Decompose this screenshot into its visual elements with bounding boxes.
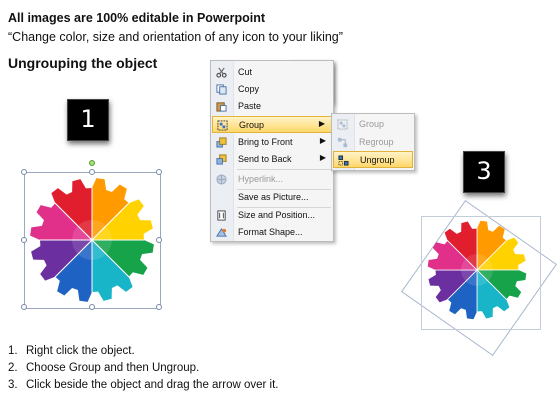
- size-position-icon: [217, 210, 226, 221]
- scissors-icon: [216, 67, 227, 78]
- step-badge-3: 3: [463, 151, 505, 193]
- menu-item-label: Format Shape...: [238, 227, 303, 237]
- menu-item-label: Ungroup: [360, 155, 395, 165]
- menu-item-send-to-back[interactable]: Send to Back ▶: [212, 151, 332, 168]
- submenu-arrow-icon: ▶: [319, 153, 326, 162]
- regroup-icon: [337, 137, 348, 148]
- group-icon: [337, 119, 348, 130]
- selection-handle-nw[interactable]: [21, 169, 27, 175]
- menu-item-size-and-position[interactable]: Size and Position...: [212, 207, 332, 224]
- context-menu: Cut Copy Paste Group ▶ Bring to Front ▶ …: [210, 60, 334, 242]
- step-number: 3.: [8, 379, 18, 391]
- menu-item-label: Cut: [238, 67, 253, 77]
- submenu-item-ungroup[interactable]: Ungroup: [333, 151, 413, 168]
- step-text: Right click the object.: [26, 345, 135, 357]
- group-icon: [217, 120, 228, 131]
- selection-handle-sw[interactable]: [21, 304, 27, 310]
- submenu-arrow-icon: ▶: [319, 136, 326, 145]
- step-badge-1: 1: [67, 99, 109, 141]
- submenu-item-group: Group: [333, 116, 413, 133]
- selection-handle-se[interactable]: [156, 304, 162, 310]
- submenu-item-regroup: Regroup: [333, 134, 413, 151]
- menu-item-hyperlink: Hyperlink...: [212, 171, 332, 188]
- menu-separator: [237, 169, 331, 170]
- menu-item-label: Paste: [238, 101, 262, 111]
- promo-subtitle: “Change color, size and orientation of a…: [8, 30, 343, 44]
- menu-item-label: Copy: [238, 84, 260, 94]
- menu-item-label: Group: [359, 119, 385, 129]
- instruction-step-3: 3. Click beside the object and drag the a…: [8, 379, 279, 391]
- menu-item-group[interactable]: Group ▶: [212, 116, 332, 133]
- menu-item-label: Hyperlink...: [238, 174, 284, 184]
- gear-graphic[interactable]: [28, 176, 156, 304]
- bring-to-front-icon: [216, 137, 227, 148]
- selection-handle-n[interactable]: [89, 169, 95, 175]
- selection-handle-s[interactable]: [89, 304, 95, 310]
- menu-item-label: Send to Back: [238, 154, 292, 164]
- instruction-step-2: 2. Choose Group and then Ungroup.: [8, 362, 199, 374]
- menu-item-format-shape[interactable]: Format Shape...: [212, 224, 332, 241]
- format-shape-icon: [216, 227, 227, 237]
- menu-item-save-as-picture[interactable]: Save as Picture...: [212, 189, 332, 206]
- gear-hub: [461, 254, 493, 286]
- copy-icon: [216, 84, 227, 95]
- menu-item-cut[interactable]: Cut: [212, 64, 332, 81]
- group-submenu: Group Regroup Ungroup: [331, 113, 415, 171]
- step-text: Choose Group and then Ungroup.: [26, 362, 200, 374]
- menu-item-label: Regroup: [359, 137, 394, 147]
- promo-title: All images are 100% editable in Powerpoi…: [8, 11, 266, 25]
- step-text: Click beside the object and drag the arr…: [26, 379, 279, 391]
- ungrouped-gear-graphic[interactable]: [426, 219, 528, 321]
- selection-handle-e[interactable]: [156, 237, 162, 243]
- menu-item-copy[interactable]: Copy: [212, 81, 332, 98]
- menu-item-bring-to-front[interactable]: Bring to Front ▶: [212, 134, 332, 151]
- section-title: Ungrouping the object: [8, 55, 158, 71]
- submenu-arrow-icon: ▶: [318, 119, 325, 128]
- menu-item-label: Save as Picture...: [238, 192, 309, 202]
- selection-handle-ne[interactable]: [156, 169, 162, 175]
- menu-item-label: Bring to Front: [238, 137, 293, 147]
- menu-item-label: Group: [239, 120, 265, 130]
- selection-handle-w[interactable]: [21, 237, 27, 243]
- rotation-handle[interactable]: [89, 160, 95, 166]
- paste-icon: [216, 102, 227, 112]
- ungroup-icon: [338, 155, 349, 166]
- send-to-back-icon: [216, 154, 227, 165]
- menu-item-paste[interactable]: Paste: [212, 98, 332, 115]
- step-number: 1.: [8, 345, 18, 357]
- step-number: 2.: [8, 362, 18, 374]
- menu-item-label: Size and Position...: [238, 210, 316, 220]
- instruction-step-1: 1. Right click the object.: [8, 345, 135, 357]
- hyperlink-icon: [216, 174, 227, 185]
- gear-hub: [72, 220, 112, 260]
